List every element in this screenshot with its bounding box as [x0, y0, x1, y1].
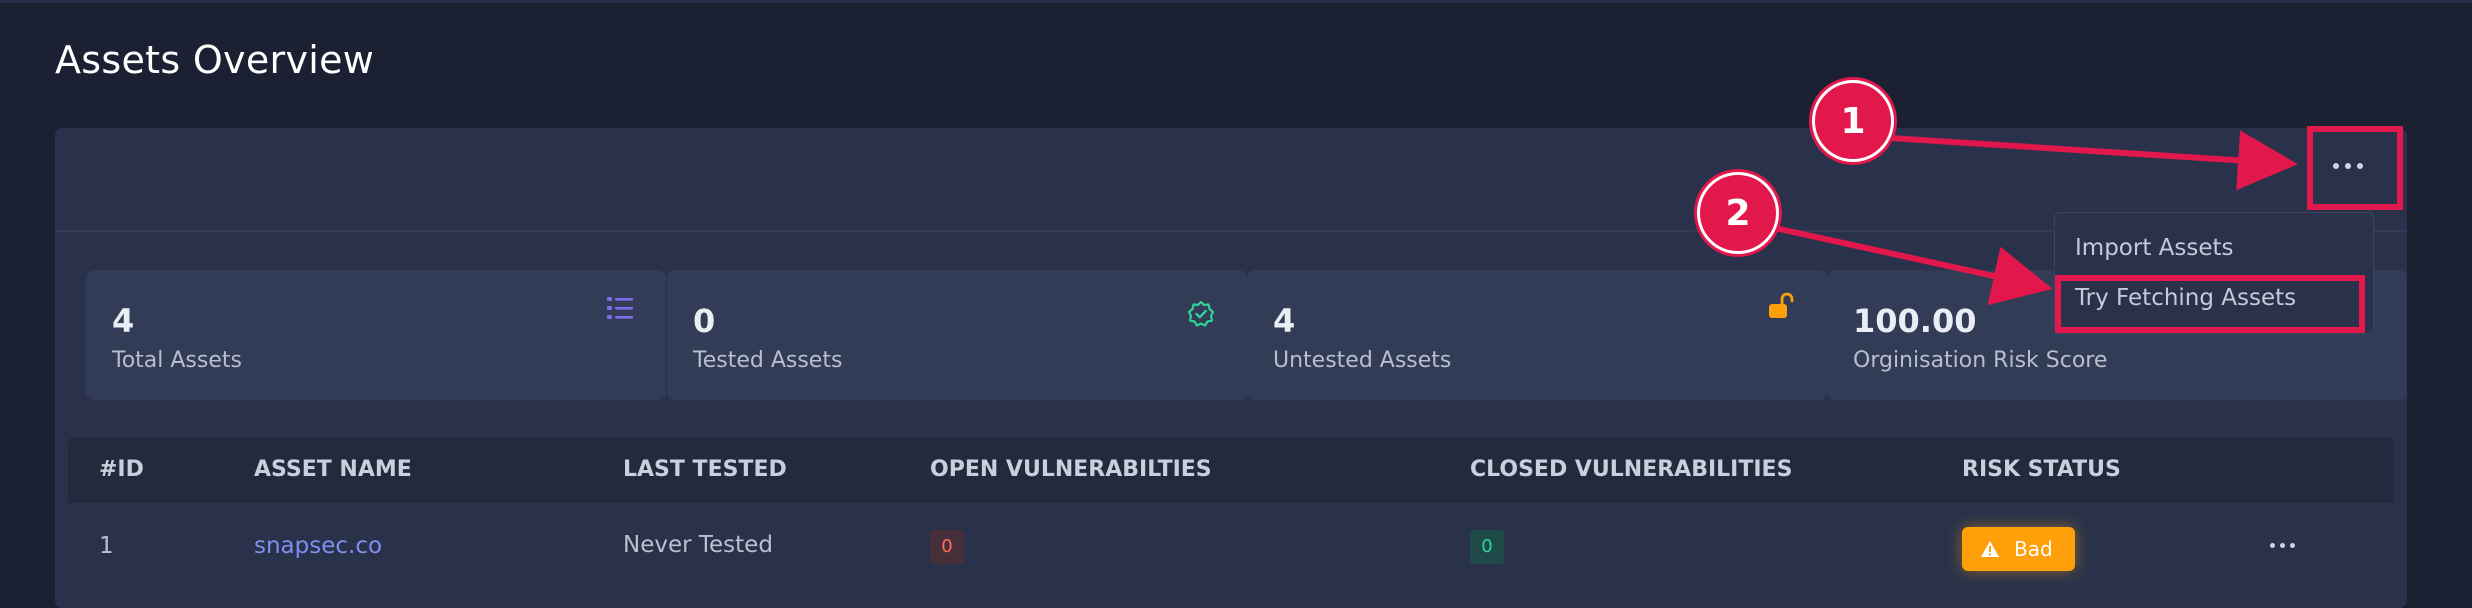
stat-card-untested-assets: 4 Untested Assets: [1247, 270, 1827, 400]
stat-label: Tested Assets: [693, 348, 843, 373]
stat-value: 4: [1273, 302, 1296, 340]
shield-check-icon: [1185, 298, 1217, 330]
stat-label: Orginisation Risk Score: [1853, 348, 2108, 373]
stat-value: 100.00: [1853, 302, 1977, 340]
more-options-dropdown: Import Assets Try Fetching Assets: [2054, 212, 2374, 334]
stat-value: 0: [693, 302, 716, 340]
stat-card-tested-assets: 0 Tested Assets: [667, 270, 1247, 400]
asset-name-link[interactable]: snapsec.co: [254, 503, 382, 590]
column-header-last-tested[interactable]: LAST TESTED: [623, 437, 787, 503]
stat-label: Untested Assets: [1273, 348, 1452, 373]
column-header-id[interactable]: #ID: [99, 437, 144, 503]
warning-icon: [1981, 541, 1999, 557]
stat-card-total-assets: 4 Total Assets: [86, 270, 666, 400]
more-horizontal-icon: [2333, 163, 2363, 169]
row-more-options-icon[interactable]: [2270, 543, 2295, 548]
panel-more-options-button[interactable]: [2318, 134, 2378, 198]
column-header-closed-vulnerabilities[interactable]: CLOSED VULNERABILITIES: [1470, 437, 1792, 503]
menu-item-import-assets[interactable]: Import Assets: [2075, 235, 2234, 261]
risk-status-label: Bad: [2014, 537, 2053, 561]
table-header: #ID ASSET NAME LAST TESTED OPEN VULNERAB…: [68, 437, 2394, 503]
list-icon: [604, 292, 636, 324]
annotation-step-1-badge: 1: [1812, 80, 1894, 162]
closed-vulnerabilities-count: 0: [1470, 530, 1504, 564]
open-vulnerabilities-count: 0: [930, 530, 964, 564]
annotation-step-2-badge: 2: [1697, 172, 1779, 254]
column-header-risk-status[interactable]: RISK STATUS: [1962, 437, 2121, 503]
unlock-icon: [1765, 290, 1797, 322]
page-title: Assets Overview: [55, 38, 375, 82]
stat-value: 4: [112, 302, 135, 340]
menu-item-try-fetching-assets[interactable]: Try Fetching Assets: [2075, 285, 2296, 311]
column-header-asset-name[interactable]: ASSET NAME: [254, 437, 412, 503]
column-header-open-vulnerabilities[interactable]: OPEN VULNERABILTIES: [930, 437, 1212, 503]
table-row: 1 snapsec.co Never Tested 0 0 Bad: [68, 503, 2394, 590]
row-id: 1: [99, 533, 114, 559]
risk-status-badge: Bad: [1962, 527, 2075, 571]
top-border: [0, 0, 2472, 3]
last-tested-value: Never Tested: [623, 532, 773, 558]
stat-label: Total Assets: [112, 348, 242, 373]
